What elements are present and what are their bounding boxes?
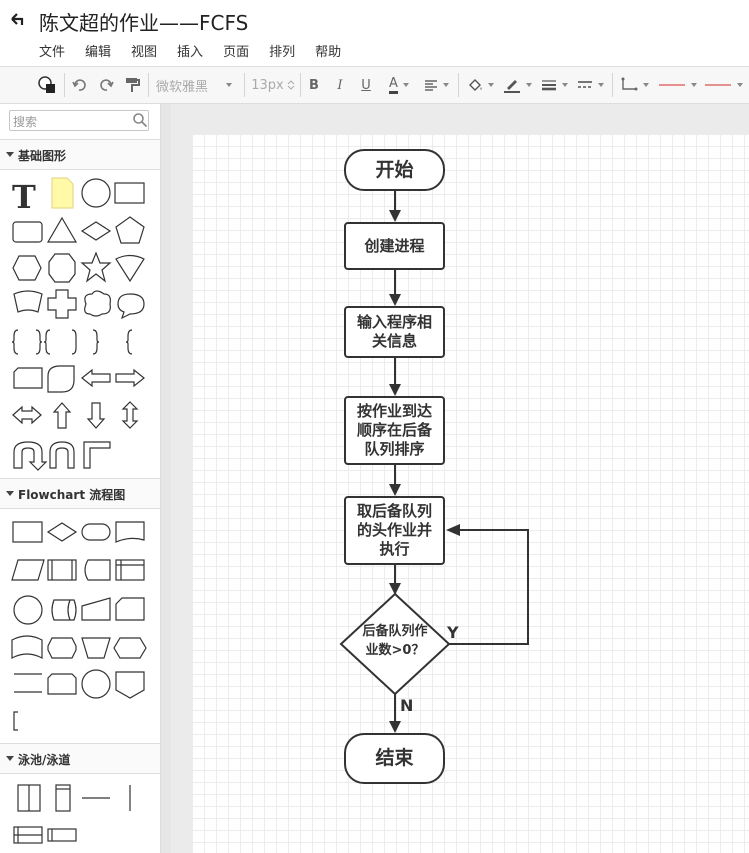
- node-create-process[interactable]: 创建进程: [344, 222, 445, 270]
- edge-decision-loop: [449, 529, 529, 645]
- arrowhead: [389, 384, 401, 396]
- node-sort-queue[interactable]: 按作业到达 顺序在后备 队列排序: [344, 396, 445, 465]
- node-start[interactable]: 开始: [344, 149, 445, 191]
- edge-label-yes[interactable]: Y: [447, 623, 459, 642]
- node-text-line: 取后备队列: [356, 502, 432, 520]
- node-text-line: 关信息: [371, 332, 417, 350]
- node-text-line: 执行: [379, 540, 410, 558]
- node-text-line: 按作业到达: [356, 402, 432, 420]
- node-take-head-job[interactable]: 取后备队列 的头作业并 执行: [344, 496, 445, 565]
- arrowhead: [389, 721, 401, 733]
- node-text-line: 顺序在后备: [356, 421, 432, 439]
- node-input-info[interactable]: 输入程序相 关信息: [344, 306, 445, 358]
- arrowhead: [446, 524, 460, 536]
- node-text-line: 后备队列作: [362, 624, 428, 639]
- node-decision-queue-count[interactable]: 后备队列作 业数>0？: [343, 622, 447, 660]
- edge-label-no[interactable]: N: [400, 696, 413, 715]
- node-text-line: 队列排序: [364, 440, 425, 458]
- node-end[interactable]: 结束: [344, 733, 445, 784]
- arrowhead: [389, 484, 401, 496]
- node-text-line: 输入程序相: [356, 313, 432, 331]
- node-text-line: 的头作业并: [356, 521, 432, 539]
- arrowhead: [389, 210, 401, 222]
- node-text-line: 业数>0？: [365, 643, 425, 658]
- arrowhead: [389, 294, 401, 306]
